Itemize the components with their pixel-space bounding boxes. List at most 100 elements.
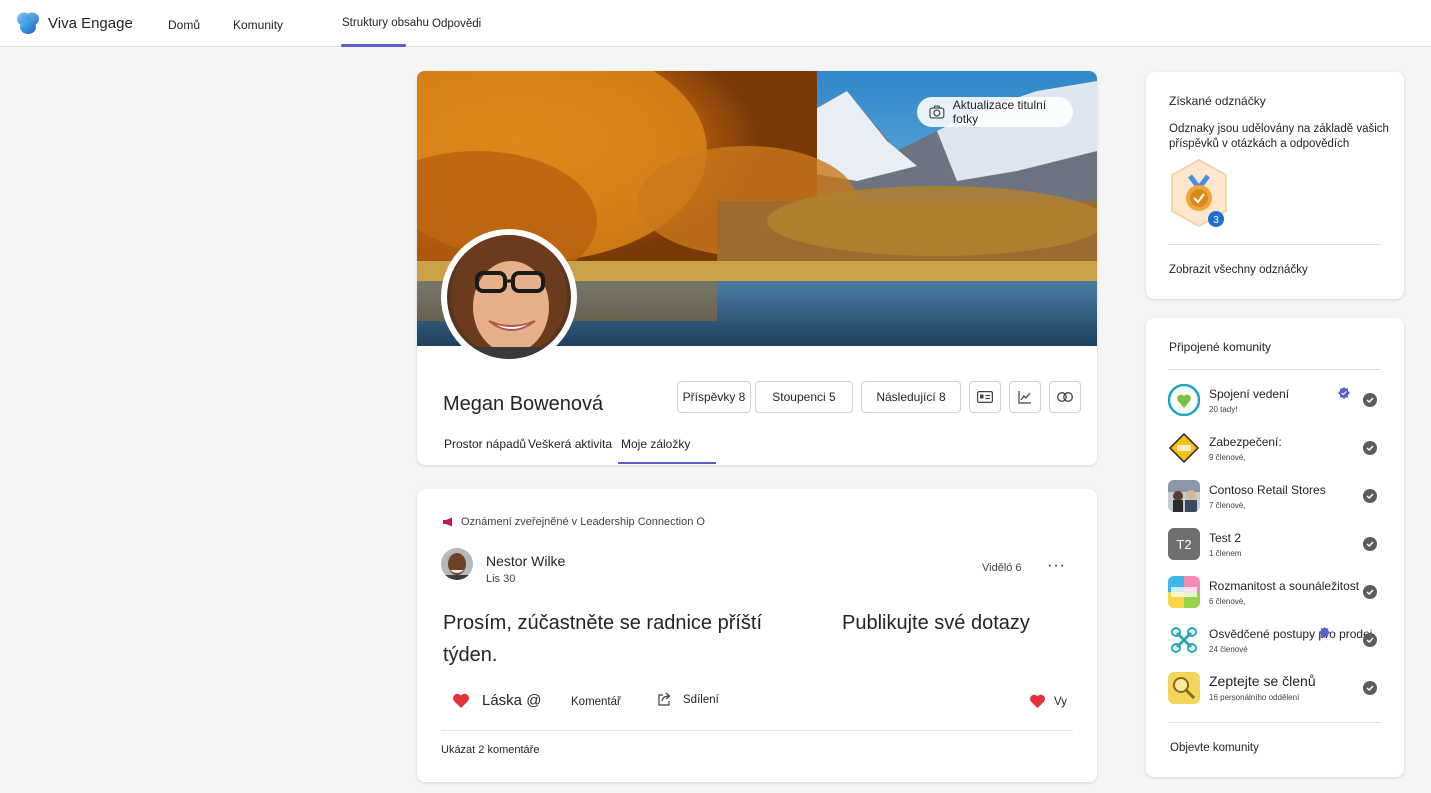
community-name: Contoso Retail Stores [1209, 483, 1326, 497]
community-name: Osvědčené postupy pro prodej [1209, 627, 1373, 641]
community-name: Spojení vedení [1209, 387, 1290, 401]
discover-communities-link[interactable]: Objevte komunity [1170, 742, 1259, 754]
medal-badge-icon[interactable]: 3 [1168, 158, 1230, 230]
community-members: 7 členové, [1209, 501, 1246, 510]
communities-top-divider [1168, 369, 1381, 370]
community-members: 1 členem [1209, 549, 1242, 558]
analytics-button[interactable] [1009, 381, 1041, 413]
comment-button[interactable]: Komentář [571, 696, 621, 708]
post-divider [441, 730, 1073, 731]
announcement-header: Oznámení zveřejněné v Leadership Connect… [442, 516, 705, 528]
badges-title: Získané odznáčky [1169, 94, 1266, 108]
contact-card-button[interactable] [969, 381, 1001, 413]
heart-icon [453, 693, 469, 708]
community-item[interactable]: Rozmanitost a sounáležitost 6 členové, [1168, 576, 1382, 612]
nav-active-indicator [341, 44, 406, 47]
post-body-secondary: Publikujte své dotazy [842, 612, 1030, 634]
magnifier-icon [1168, 672, 1200, 704]
community-name: Zeptejte se členů [1209, 673, 1316, 689]
link-icon [1057, 392, 1073, 402]
tab-my-bookmarks[interactable]: Moje záložky [621, 437, 690, 451]
tab-all-activity[interactable]: Veškerá aktivita [528, 437, 612, 451]
reactions-summary[interactable]: Vy [1029, 694, 1067, 709]
safety-sign-icon [1168, 432, 1200, 464]
community-name: Rozmanitost a sounáležitost [1209, 579, 1360, 593]
joined-check-icon [1363, 393, 1377, 407]
posts-count-button[interactable]: Příspěvky 8 [677, 381, 751, 413]
contact-card-icon [977, 391, 993, 403]
profile-tab-active-indicator [618, 462, 716, 464]
community-item[interactable]: Osvědčené postupy pro prodej 24 členové [1168, 624, 1382, 660]
retail-store-photo-icon [1168, 480, 1200, 512]
community-item[interactable]: Contoso Retail Stores 7 členové, [1168, 480, 1382, 516]
community-members: 20 tady! [1209, 405, 1238, 414]
joined-check-icon [1363, 489, 1377, 503]
author-name[interactable]: Nestor Wilke [486, 553, 565, 569]
camera-icon [929, 105, 945, 119]
viva-engage-logo-icon[interactable] [15, 10, 41, 36]
followers-count-button[interactable]: Stoupenci 5 [755, 381, 853, 413]
badges-description: Odznaky jsou udělovány na základě vašich… [1169, 123, 1389, 150]
reacted-label: Vy [1054, 695, 1067, 708]
community-item[interactable]: Zeptejte se členů 16 personálního odděle… [1168, 672, 1382, 708]
nav-communities[interactable]: Komunity [233, 18, 283, 32]
share-label: Sdílení [683, 693, 719, 706]
author-avatar[interactable] [441, 548, 473, 580]
seen-count[interactable]: Viděló 6 [982, 562, 1022, 574]
joined-check-icon [1363, 585, 1377, 599]
view-all-badges-link[interactable]: Zobrazit všechny odznáčky [1169, 264, 1308, 276]
megaphone-icon [443, 517, 452, 527]
joined-check-icon [1363, 441, 1377, 455]
profile-avatar[interactable] [441, 229, 577, 365]
top-navigation-bar: Viva Engage Domů Komunity Struktury obsa… [0, 0, 1431, 47]
share-icon [658, 692, 671, 706]
love-label: Láska @ [482, 692, 542, 709]
update-cover-photo-button[interactable]: Aktualizace titulní fotky [917, 97, 1073, 127]
community-item[interactable]: Zabezpečení: 9 členové, [1168, 432, 1382, 468]
following-count-button[interactable]: Následující 8 [861, 381, 961, 413]
badges-card: Získané odznáčky Odznaky jsou udělovány … [1146, 72, 1404, 299]
app-name: Viva Engage [48, 15, 133, 32]
profile-name: Megan Bowenová [443, 393, 604, 415]
tab-idea-space[interactable]: Prostor nápadů [444, 437, 526, 451]
community-members: 9 členové, [1209, 453, 1246, 462]
analytics-icon [1018, 391, 1031, 404]
community-heart-icon [1168, 384, 1200, 416]
post-body: Prosím, zúčastněte se radnice příští týd… [443, 612, 763, 666]
community-item[interactable]: T2 Test 2 1 členem [1168, 528, 1382, 564]
communities-bottom-divider [1168, 722, 1381, 723]
heart-icon [1030, 694, 1045, 709]
announcement-text: Oznámení zveřejněné v Leadership Connect… [461, 516, 705, 528]
show-comments-link[interactable]: Ukázat 2 komentáře [441, 744, 539, 756]
joined-check-icon [1363, 633, 1377, 647]
joined-check-icon [1363, 681, 1377, 695]
community-initials: T2 [1176, 536, 1192, 552]
community-members: 24 členové [1209, 645, 1248, 654]
update-cover-photo-label: Aktualizace titulní fotky [952, 98, 1047, 126]
nav-answers[interactable]: Odpovědi [432, 18, 481, 30]
profile-card: Aktualizace titulní fotky Megan Bowenová… [417, 71, 1097, 465]
initials-avatar-icon: T2 [1168, 528, 1200, 560]
more-options-icon[interactable]: ··· [1047, 557, 1066, 575]
all-are-welcome-icon [1168, 576, 1200, 608]
community-members: 16 personálního oddělení [1209, 693, 1300, 702]
verified-icon [1319, 627, 1330, 638]
copy-link-button[interactable] [1049, 381, 1081, 413]
love-reaction-button[interactable]: Láska @ [452, 692, 541, 709]
nav-storylines[interactable]: Struktury obsahu [342, 17, 429, 29]
community-item[interactable]: Spojení vedení 20 tady! [1168, 384, 1382, 420]
communities-title: Připojené komunity [1169, 340, 1272, 354]
drone-icon [1168, 624, 1200, 656]
badges-divider [1168, 244, 1381, 245]
badge-count: 3 [1213, 215, 1219, 226]
nav-home[interactable]: Domů [168, 18, 200, 32]
community-members: 6 členové, [1209, 597, 1246, 606]
post-date: Lis 30 [486, 573, 516, 585]
joined-communities-card: Připojené komunity Spojení vedení 20 tad… [1146, 318, 1404, 777]
joined-check-icon [1363, 537, 1377, 551]
community-name: Zabezpečení: [1209, 435, 1282, 449]
profile-photo [447, 233, 571, 359]
post-card: Oznámení zveřejněné v Leadership Connect… [417, 489, 1097, 782]
community-name: Test 2 [1209, 531, 1242, 545]
share-button[interactable]: Sdílení [657, 692, 719, 707]
